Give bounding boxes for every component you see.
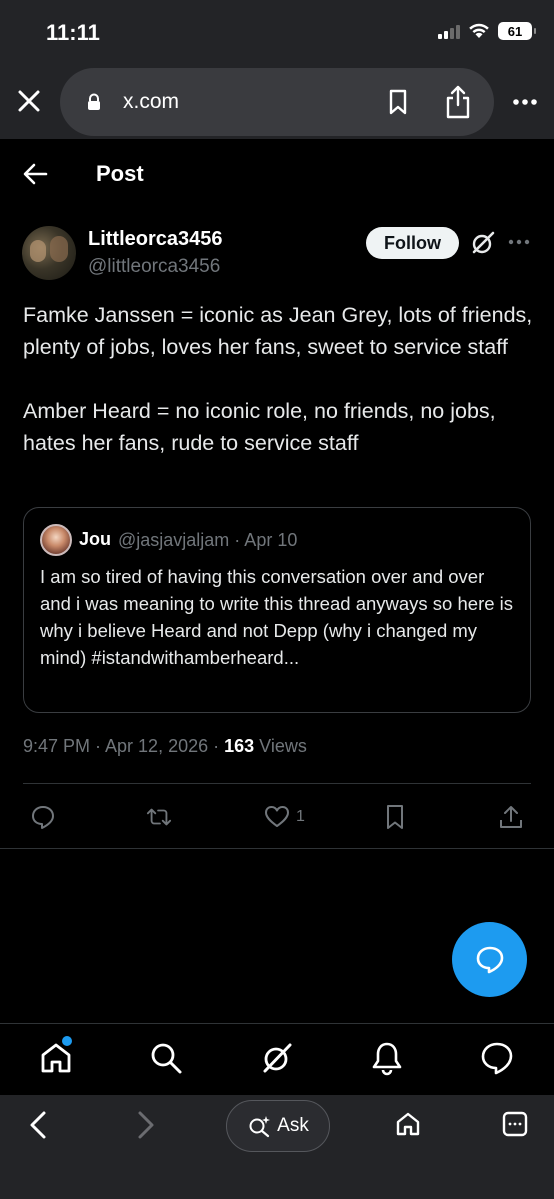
post-timestamp: 9:47 PM · Apr 12, 2026 ·	[23, 736, 225, 756]
share-icon	[500, 806, 522, 828]
ask-sparkle-icon	[249, 1116, 271, 1138]
post-paragraph: Amber Heard = no iconic role, no friends…	[23, 399, 496, 455]
ask-label: Ask	[277, 1115, 309, 1136]
chevron-left-icon[interactable]	[26, 1110, 50, 1140]
reply-icon	[32, 806, 54, 829]
avatar[interactable]	[22, 226, 76, 280]
compose-message-button[interactable]	[452, 922, 527, 997]
quoted-avatar	[40, 524, 72, 556]
follow-button[interactable]: Follow	[366, 227, 459, 259]
like-count: 1	[296, 808, 305, 825]
quoted-text: I am so tired of having this conversatio…	[40, 566, 514, 668]
author-handle[interactable]: @littleorca3456	[88, 256, 220, 278]
like-icon	[265, 806, 289, 827]
chevron-right-icon[interactable]	[134, 1110, 158, 1140]
divider	[23, 783, 531, 784]
quoted-handle-date: @jasjavjaljam · Apr 10	[118, 530, 298, 550]
divider	[0, 848, 554, 849]
quoted-display-name: Jou	[79, 529, 112, 549]
like-button[interactable]: 1	[264, 802, 305, 832]
share-button[interactable]	[498, 802, 524, 832]
post-paragraph: Famke Janssen = iconic as Jean Grey, lot…	[23, 303, 533, 359]
post-more-icon[interactable]	[508, 239, 530, 245]
bookmark-icon	[387, 805, 403, 829]
lock-icon	[88, 93, 100, 110]
cell-signal-icon	[438, 23, 460, 39]
grok-icon[interactable]	[259, 1040, 295, 1076]
reply-button[interactable]	[30, 802, 56, 832]
notifications-icon[interactable]	[369, 1040, 405, 1076]
status-indicators: 61	[438, 22, 536, 40]
quoted-post[interactable]: Jou @jasjavjaljam · Apr 10 I am so tired…	[23, 507, 531, 713]
notification-dot	[62, 1036, 72, 1046]
ask-button[interactable]: Ask	[226, 1100, 330, 1152]
search-icon[interactable]	[148, 1040, 184, 1076]
page-title: Post	[96, 161, 144, 186]
compose-message-icon	[476, 946, 503, 973]
url-text[interactable]: x.com	[123, 90, 179, 114]
status-time: 11:11	[46, 20, 100, 45]
views-count: 163	[224, 736, 255, 756]
bookmark-button[interactable]	[382, 802, 408, 832]
share-icon[interactable]	[443, 84, 473, 120]
post-meta: 9:47 PM · Apr 12, 2026 · 163 Views	[23, 736, 307, 757]
wifi-icon	[469, 23, 489, 38]
more-icon[interactable]	[512, 98, 538, 106]
grok-icon[interactable]	[470, 230, 496, 256]
bookmark-icon[interactable]	[386, 88, 410, 116]
tabs-icon[interactable]	[501, 1110, 529, 1138]
messages-icon[interactable]	[479, 1040, 515, 1076]
author-display-name[interactable]: Littleorca3456	[88, 228, 223, 251]
repost-button[interactable]	[146, 802, 172, 832]
close-icon[interactable]	[14, 86, 44, 116]
home-icon[interactable]	[394, 1110, 422, 1138]
repost-icon	[146, 808, 172, 826]
battery-icon: 61	[498, 22, 536, 40]
back-arrow-icon[interactable]	[22, 162, 48, 186]
views-label: Views	[254, 736, 307, 756]
post-text: Famke Janssen = iconic as Jean Grey, lot…	[23, 299, 533, 491]
